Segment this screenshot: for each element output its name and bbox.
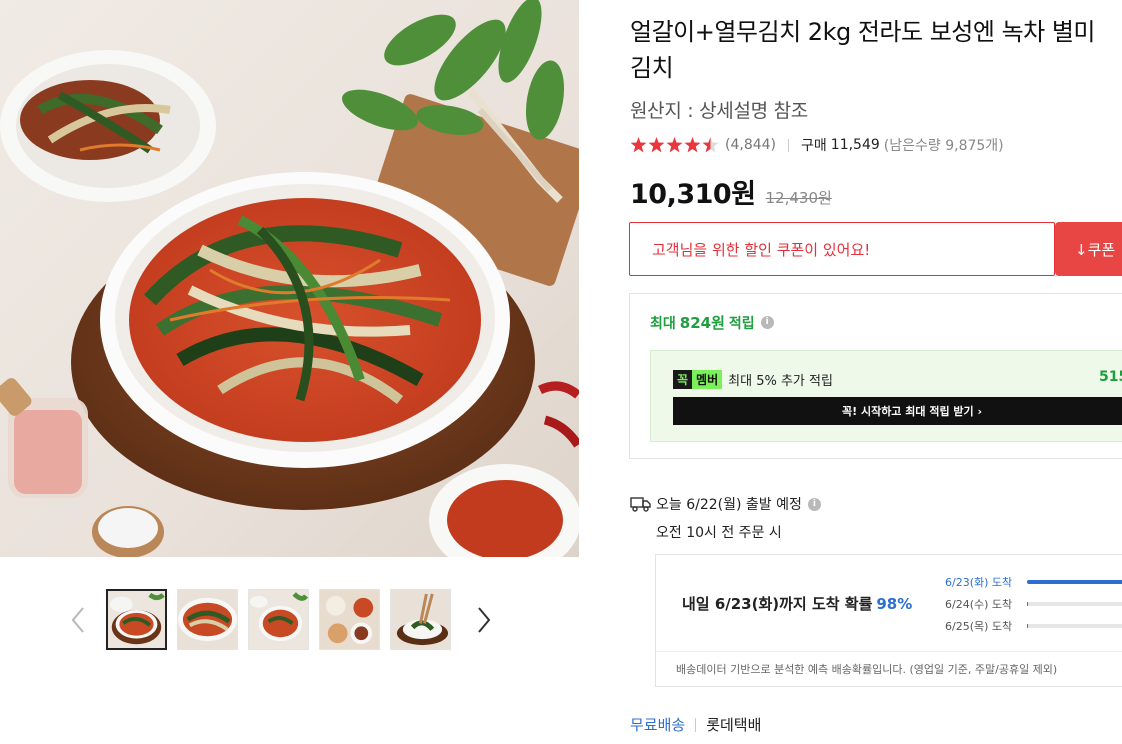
rating-stars[interactable] bbox=[630, 137, 719, 153]
divider bbox=[656, 651, 1122, 652]
order-cutoff: 오전 10시 전 주문 시 bbox=[656, 525, 782, 541]
shipping-date: 오늘 6/22(월) 출발 예정 bbox=[656, 497, 802, 513]
membership-benefit: 최대 5% 추가 적립 bbox=[728, 373, 833, 389]
probability-date: 6/23(화) 도착 bbox=[945, 576, 1013, 589]
thumbnail-image bbox=[391, 590, 450, 649]
truck-icon bbox=[630, 497, 651, 512]
probability-date: 6/25(목) 도착 bbox=[945, 620, 1013, 633]
probability-bar bbox=[1027, 602, 1122, 606]
purchase-count: 11,549 bbox=[830, 137, 880, 153]
probability-bar bbox=[1027, 624, 1122, 628]
membership-logo-part: 멤버 bbox=[692, 369, 723, 389]
star-icon bbox=[630, 137, 647, 153]
gallery-prev-button[interactable] bbox=[66, 604, 90, 636]
sale-price: 10,310원 bbox=[630, 179, 756, 210]
probability-bar-fill bbox=[1027, 624, 1029, 628]
reward-amount: 824원 bbox=[679, 314, 725, 332]
probability-item: 6/24(수) 도착9 bbox=[945, 593, 1122, 615]
thumbnail-image bbox=[108, 591, 165, 648]
rating-row: (4,844) 구매 11,549 (남은수량 9,875개) bbox=[630, 134, 1004, 156]
membership-logo-part: 꼭 bbox=[673, 369, 693, 389]
probability-note: 배송데이터 기반으로 분석한 예측 배송확률입니다. (영업일 기준, 주말/공… bbox=[676, 663, 1058, 676]
product-origin: 원산지 : 상세설명 참조 bbox=[630, 100, 808, 122]
gallery-thumbnail[interactable] bbox=[390, 589, 451, 650]
reward-suffix: 적립 bbox=[728, 315, 755, 332]
delivery-info: 무료배송 롯데택배 bbox=[630, 714, 761, 735]
thumbnail-image bbox=[249, 590, 308, 649]
star-icon bbox=[666, 137, 683, 153]
review-count-link[interactable]: (4,844) bbox=[725, 137, 776, 153]
chevron-right-icon bbox=[478, 607, 491, 633]
gallery-next-button[interactable] bbox=[472, 604, 496, 636]
chevron-left-icon bbox=[71, 607, 84, 633]
original-price: 12,430원 bbox=[765, 189, 832, 207]
product-title: 얼갈이+열무김치 2kg 전라도 보성엔 녹차 별미 김치 bbox=[630, 18, 1096, 82]
gallery-thumbnail[interactable] bbox=[248, 589, 309, 650]
probability-bar-fill bbox=[1027, 580, 1122, 584]
carrier-name: 롯데택배 bbox=[706, 716, 762, 734]
free-shipping-label: 무료배송 bbox=[630, 716, 686, 734]
info-icon[interactable]: i bbox=[760, 316, 774, 329]
probability-item: 6/23(화) 도착9 bbox=[945, 571, 1122, 593]
probability-item: 6/25(목) 도착9 bbox=[945, 615, 1122, 637]
thumbnail-image bbox=[178, 590, 237, 649]
coupon-banner[interactable]: 고객님을 위한 할인 쿠폰이 있어요! bbox=[629, 222, 1055, 276]
kimchi-photo bbox=[0, 0, 579, 557]
thumbnail-image bbox=[320, 590, 379, 649]
delivery-probability: 내일 6/23(화)까지 도착 확률 98% bbox=[682, 593, 912, 614]
delivery-probability-box: 내일 6/23(화)까지 도착 확률98% 6/23(화) 도착96/24(수)… bbox=[655, 554, 1122, 687]
membership-promo: 꼭 멤버 최대 5% 추가 적립 515 꼭! 시작하고 최대 적립 받기 › bbox=[650, 350, 1122, 442]
star-half-icon bbox=[702, 137, 719, 153]
info-icon[interactable]: i bbox=[807, 497, 821, 511]
remaining-stock: (남은수량 9,875개) bbox=[883, 138, 1004, 154]
divider bbox=[788, 138, 790, 152]
purchase-label: 구매 bbox=[801, 138, 827, 154]
star-icon bbox=[648, 137, 665, 153]
gallery-thumbnail[interactable] bbox=[106, 589, 167, 650]
coupon-download-button[interactable]: ↓쿠폰 bbox=[1055, 222, 1122, 276]
probability-bar-fill bbox=[1027, 602, 1029, 606]
product-main-image[interactable] bbox=[0, 0, 579, 557]
probability-date: 6/24(수) 도착 bbox=[945, 598, 1013, 611]
reward-prefix: 최대 bbox=[650, 315, 676, 332]
probability-list: 6/23(화) 도착96/24(수) 도착96/25(목) 도착9 bbox=[945, 571, 1122, 637]
coupon-message: 고객님을 위한 할인 쿠폰이 있어요! bbox=[652, 240, 871, 259]
star-icon bbox=[684, 137, 701, 153]
shipping-schedule: 오늘 6/22(월) 출발 예정 i bbox=[630, 494, 821, 514]
reward-section: 최대 824원 적립 i 꼭 멤버 최대 5% 추가 적립 515 꼭! 시작하… bbox=[629, 293, 1122, 459]
membership-start-button[interactable]: 꼭! 시작하고 최대 적립 받기 › bbox=[673, 397, 1122, 425]
probability-value: 98% bbox=[876, 595, 913, 613]
probability-bar bbox=[1027, 580, 1122, 584]
probability-label: 내일 6/23(화)까지 도착 확률 bbox=[682, 595, 873, 613]
membership-badge: 꼭 멤버 최대 5% 추가 적립 bbox=[673, 369, 833, 389]
gallery-thumbnail[interactable] bbox=[177, 589, 238, 650]
price-row: 10,310원 12,430원 bbox=[630, 172, 832, 211]
membership-amount: 515 bbox=[1099, 369, 1122, 385]
coupon-button-label: ↓쿠폰 bbox=[1075, 240, 1116, 259]
reward-max: 최대 824원 적립 i bbox=[650, 312, 774, 333]
divider bbox=[695, 717, 697, 732]
gallery-thumbnail[interactable] bbox=[319, 589, 380, 650]
